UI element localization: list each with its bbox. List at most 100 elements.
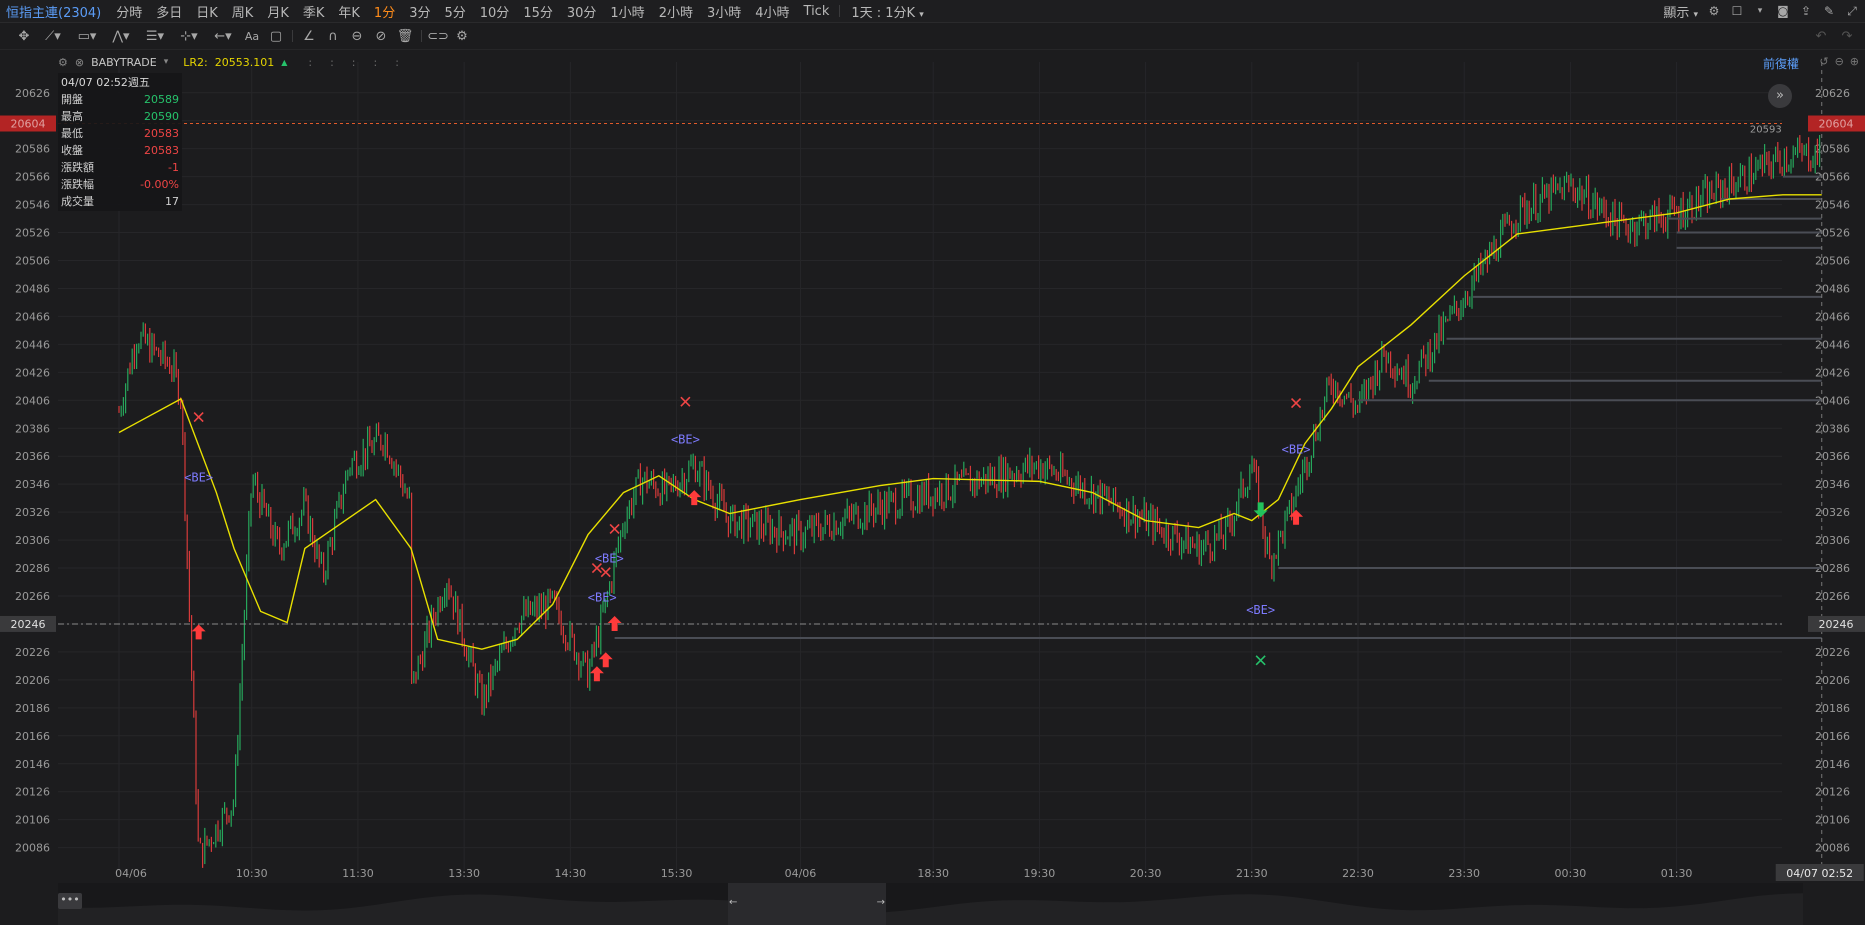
be-label: <BE>: [595, 551, 624, 565]
x-mark-icon: [600, 567, 611, 578]
info-value: -0.00%: [140, 178, 179, 191]
navigator[interactable]: ••• ← →: [58, 883, 1803, 925]
y-tick-label-left: 20426: [15, 366, 50, 379]
x-tick-label: 21:30: [1236, 867, 1268, 880]
buy-arrow-icon: [589, 666, 604, 682]
y-tick-label-right: 20306: [1815, 534, 1850, 547]
y-tick-label-right: 20126: [1815, 786, 1850, 799]
adjust-label[interactable]: 前復權: [1763, 55, 1799, 72]
info-date: 04/07 02:52週五: [61, 76, 150, 89]
y-tick-label-right: 20226: [1815, 646, 1850, 659]
info-key: 開盤: [61, 93, 83, 106]
indicator-header: ⚙ ⊗ BABYTRADE ▾ LR2: 20553.101 ▲ :::::: [58, 50, 417, 74]
y-tick-label-left: 20586: [15, 143, 50, 156]
y-tick-label-right: 20186: [1815, 702, 1850, 715]
info-value: 20583: [144, 127, 179, 140]
be-label: <BE>: [671, 433, 700, 447]
y-tick-label-left: 20266: [15, 590, 50, 603]
x-tick-label: 22:30: [1342, 867, 1374, 880]
y-tick-label-right: 20386: [1815, 422, 1850, 435]
be-label: <BE>: [588, 591, 617, 605]
y-tick-label-right: 20166: [1815, 730, 1850, 743]
buy-arrow-icon: [687, 490, 702, 506]
y-tick-label-right: 20326: [1815, 506, 1850, 519]
info-row: 漲跌幅 -0.00%: [61, 176, 179, 193]
expand-icon[interactable]: »: [1768, 84, 1792, 108]
y-tick-label-left: 20386: [15, 422, 50, 435]
lr2-line: [118, 194, 1822, 650]
be-label: <BE>: [1282, 442, 1311, 456]
y-tick-label-right: 20366: [1815, 450, 1850, 463]
indicator-params: :::::: [308, 55, 417, 69]
y-tick-label-left: 20106: [15, 814, 50, 827]
info-key: 最低: [61, 127, 83, 140]
info-value: 17: [165, 195, 179, 208]
y-tick-label-left: 20526: [15, 227, 50, 240]
ohlc-info-panel: 04/07 02:52週五 開盤 20589 最高 20590 最低 20583 收盤 205…: [58, 73, 182, 211]
y-tick-label-left: 20566: [15, 171, 50, 184]
y-tick-label-right: 20146: [1815, 758, 1850, 771]
x-mark-icon: [193, 412, 204, 423]
y-tick-label-left: 20206: [15, 674, 50, 687]
last-value-label: 20593: [1750, 125, 1782, 136]
close-icon[interactable]: ⊗: [75, 56, 84, 69]
info-key: 漲跌額: [61, 161, 94, 174]
lr2-value: 20553.101: [214, 55, 275, 69]
y-tick-label-right: 20266: [1815, 590, 1850, 603]
y-tick-label-right: 20206: [1815, 674, 1850, 687]
buy-arrow-icon: [191, 624, 206, 640]
x-tick-label: 14:30: [554, 867, 586, 880]
x-tick-label: 11:30: [342, 867, 374, 880]
y-tick-label-left: 20286: [15, 562, 50, 575]
x-tick-label: 19:30: [1024, 867, 1056, 880]
price-badge-right-text: 20246: [1819, 618, 1854, 631]
arrow-left-icon[interactable]: ←: [729, 897, 737, 908]
x-tick-label: 10:30: [236, 867, 268, 880]
triangle-up-icon: ▲: [281, 57, 288, 67]
y-tick-label-left: 20406: [15, 394, 50, 407]
navigator-overview: [58, 893, 1803, 925]
price-chart[interactable]: 2062620626206062060620586205862056620566…: [0, 0, 1865, 883]
info-row: 最高 20590: [61, 108, 179, 125]
navigator-menu-icon[interactable]: •••: [58, 893, 82, 909]
plus-icon[interactable]: ⊕: [1850, 55, 1859, 68]
y-tick-label-left: 20306: [15, 534, 50, 547]
info-key: 收盤: [61, 144, 83, 157]
arrow-right-icon[interactable]: →: [877, 897, 885, 908]
y-tick-label-right: 20466: [1815, 310, 1850, 323]
info-value: 20589: [144, 93, 179, 106]
y-tick-label-left: 20226: [15, 646, 50, 659]
y-tick-label-right: 20346: [1815, 478, 1850, 491]
gear-icon[interactable]: ⚙: [58, 56, 68, 69]
info-row: 成交量 17: [61, 193, 179, 210]
y-tick-label-left: 20446: [15, 338, 50, 351]
y-tick-label-right: 20626: [1815, 87, 1850, 100]
y-tick-label-left: 20466: [15, 310, 50, 323]
y-tick-label-left: 20366: [15, 450, 50, 463]
x-mark-icon: [609, 523, 620, 534]
y-tick-label-right: 20486: [1815, 282, 1850, 295]
info-row: 最低 20583: [61, 125, 179, 142]
info-row: 漲跌額 -1: [61, 159, 179, 176]
x-mark-icon: [680, 396, 691, 407]
info-key: 成交量: [61, 195, 94, 208]
buy-arrow-icon: [598, 652, 613, 668]
y-tick-label-right: 20106: [1815, 814, 1850, 827]
price-badge-right-text: 20604: [1819, 118, 1854, 131]
minus-icon[interactable]: ⊖: [1835, 55, 1844, 68]
price-badge-left-text: 20246: [11, 618, 46, 631]
y-tick-label-right: 20426: [1815, 366, 1850, 379]
be-label: <BE>: [1246, 603, 1275, 617]
navigator-window[interactable]: ← →: [728, 883, 886, 925]
x-tick-label: 15:30: [661, 867, 693, 880]
indicator-name[interactable]: BABYTRADE: [91, 56, 157, 69]
y-tick-label-right: 20446: [1815, 338, 1850, 351]
reset-icon[interactable]: ↺: [1819, 55, 1828, 68]
x-tick-label: 23:30: [1448, 867, 1480, 880]
x-tick-label: 20:30: [1130, 867, 1162, 880]
chevron-down-icon[interactable]: ▾: [164, 57, 169, 67]
y-tick-label-left: 20486: [15, 282, 50, 295]
x-tick-label: 01:30: [1661, 867, 1693, 880]
y-tick-label-right: 20586: [1815, 143, 1850, 156]
info-value: 20590: [144, 110, 179, 123]
